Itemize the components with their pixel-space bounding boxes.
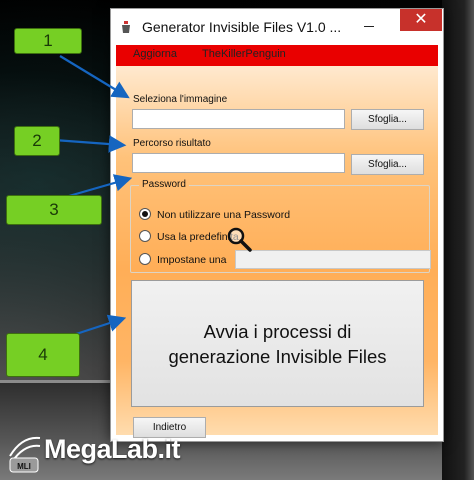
callout-3: 3 bbox=[6, 195, 102, 225]
callout-2: 2 bbox=[14, 126, 60, 156]
menu-item-aggiorna[interactable]: Aggiorna bbox=[133, 48, 177, 60]
run-button-line-2: generazione Invisible Files bbox=[168, 345, 387, 367]
radio-no-password-label: Non utilizzare una Password bbox=[157, 209, 291, 221]
radio-default-password[interactable] bbox=[139, 230, 151, 242]
window-title: Generator Invisible Files V1.0 ... bbox=[142, 19, 342, 35]
output-label: Percorso risultato bbox=[133, 138, 211, 149]
app-icon bbox=[122, 21, 130, 33]
megalab-logo-icon: MLI bbox=[9, 436, 41, 473]
close-icon[interactable]: ✕ bbox=[400, 9, 442, 31]
custom-password-input[interactable] bbox=[235, 250, 431, 269]
menu-bar: Aggiorna TheKillerPenguin bbox=[116, 45, 438, 66]
image-path-input[interactable] bbox=[132, 109, 345, 129]
title-bar: Generator Invisible Files V1.0 ... ✕ bbox=[111, 9, 443, 45]
password-groupbox: Password Non utilizzare una Password Usa… bbox=[130, 179, 431, 273]
run-button-line-1: Avvia i processi di bbox=[203, 320, 352, 342]
password-group-title: Password bbox=[139, 179, 189, 190]
callout-4: 4 bbox=[6, 333, 80, 377]
run-button[interactable]: Avvia i processi di generazione Invisibl… bbox=[131, 280, 424, 407]
radio-custom-password-label: Impostane una bbox=[157, 254, 227, 266]
background-right-edge bbox=[442, 0, 474, 480]
svg-text:MLI: MLI bbox=[17, 462, 31, 471]
magnifier-icon bbox=[227, 227, 252, 252]
form-area: Seleziona l'immagine Sfoglia... Percorso… bbox=[116, 66, 438, 438]
image-label: Seleziona l'immagine bbox=[133, 94, 228, 105]
menu-item-thekillerpenguin[interactable]: TheKillerPenguin bbox=[202, 48, 286, 60]
browse-image-button[interactable]: Sfoglia... bbox=[351, 109, 424, 130]
watermark-text: MegaLab.it bbox=[44, 434, 181, 464]
minimize-icon[interactable] bbox=[356, 15, 382, 35]
browse-output-button[interactable]: Sfoglia... bbox=[351, 154, 424, 175]
radio-custom-password[interactable] bbox=[139, 253, 151, 265]
app-window: Generator Invisible Files V1.0 ... ✕ Agg… bbox=[110, 8, 444, 442]
radio-no-password[interactable] bbox=[139, 208, 151, 220]
output-path-input[interactable] bbox=[132, 153, 345, 173]
callout-1: 1 bbox=[14, 28, 82, 54]
